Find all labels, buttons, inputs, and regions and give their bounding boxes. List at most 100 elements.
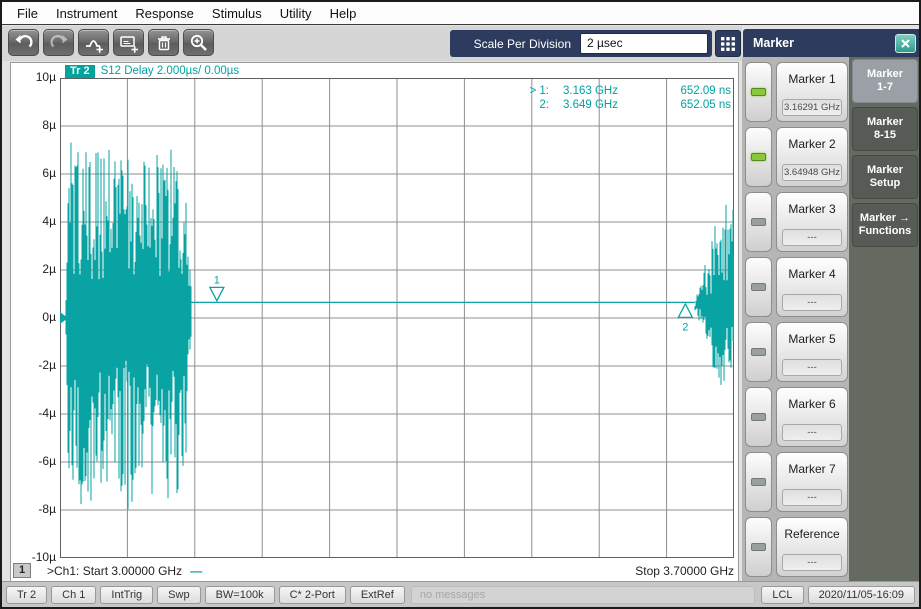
tab-marker-8-15[interactable]: Marker8-15 [852,107,918,151]
menu-instrument[interactable]: Instrument [47,4,126,23]
marker-panel-body: Marker1-7Marker8-15MarkerSetupMarker →Fu… [742,57,921,585]
status-message: no messages [411,586,756,604]
zoom-in-icon [189,33,209,53]
marker-button-value: 3.64948 GHz [782,164,842,181]
trace-plot[interactable]: 12 [60,78,734,558]
marker-7-toggle[interactable] [745,452,772,512]
menu-utility[interactable]: Utility [271,4,321,23]
led-indicator-icon [751,88,766,96]
marker-1-toggle[interactable] [745,62,772,122]
marker-1-button[interactable]: Marker 1 3.16291 GHz [776,62,848,122]
redo-button[interactable] [43,29,74,56]
tab-label: 8-15 [874,129,896,142]
plot-grid-area[interactable]: 12 > 1:3.163 GHz652.09 ns2:3.649 GHz652.… [60,78,734,558]
marker-button-value: --- [782,294,842,311]
marker-button-value: --- [782,424,842,441]
y-axis-tick: -4µ [11,406,56,420]
y-axis-tick: -8µ [11,502,56,516]
status-tr-2[interactable]: Tr 2 [6,586,47,604]
vna-app-window: FileInstrumentResponseStimulusUtilityHel… [0,0,921,609]
marker-panel-header: Marker [743,29,921,57]
marker-3-toggle[interactable] [745,192,772,252]
menu-file[interactable]: File [8,4,47,23]
marker-button-label: Marker 2 [777,137,847,151]
undo-button[interactable] [8,29,39,56]
status-inttrig[interactable]: IntTrig [100,586,153,604]
menu-stimulus[interactable]: Stimulus [203,4,271,23]
marker-button-value: --- [782,554,842,571]
marker-row: Marker 5--- [745,322,848,382]
keypad-button[interactable] [715,30,741,57]
marker-row: Marker 6--- [745,387,848,447]
trace-color-dash: — [190,564,202,578]
tab-label: Marker [867,164,903,177]
trash-icon [154,33,174,53]
marker-7-button[interactable]: Marker 7--- [776,452,848,512]
marker-row: Marker 1 3.16291 GHz [745,62,848,122]
tab-label: 1-7 [877,81,893,94]
marker-2-button[interactable]: Marker 2 3.64948 GHz [776,127,848,187]
marker-button-label: Marker 1 [777,72,847,86]
close-icon [900,38,911,49]
marker-row: Marker 3--- [745,192,848,252]
status-bw-100k[interactable]: BW=100k [205,586,275,604]
y-axis-tick: -10µ [11,550,56,564]
status-lcl: LCL [761,586,803,604]
scale-per-division-bar: Scale Per Division 2 µsec [450,30,712,57]
marker-6-toggle[interactable] [745,387,772,447]
plot-marker-2[interactable] [678,304,692,318]
marker-4-button[interactable]: Marker 4 --- [776,257,848,317]
add-marker-button[interactable] [78,29,109,56]
marker-row: Marker 2 3.64948 GHz [745,127,848,187]
add-marker-icon [84,33,104,53]
status-extref[interactable]: ExtRef [350,586,405,604]
tab-marker-setup[interactable]: MarkerSetup [852,155,918,199]
led-indicator-icon [751,218,766,226]
y-axis-tick: -2µ [11,358,56,372]
marker-3-button[interactable]: Marker 3--- [776,192,848,252]
marker-row: Reference--- [745,517,848,577]
toolbar: Scale Per Division 2 µsec [2,26,742,61]
scale-per-division-label: Scale Per Division [450,37,580,51]
led-indicator-icon [751,283,766,291]
reference-toggle[interactable] [745,517,772,577]
reference-button[interactable]: Reference--- [776,517,848,577]
scale-per-division-input[interactable]: 2 µsec [580,33,708,54]
tab-label: Marker [867,68,903,81]
marker-6-button[interactable]: Marker 6--- [776,387,848,447]
menu-help[interactable]: Help [321,4,366,23]
marker-4-toggle[interactable] [745,257,772,317]
start-frequency-label: >Ch1: Start 3.00000 GHz [47,564,182,578]
marker-5-button[interactable]: Marker 5--- [776,322,848,382]
y-axis-tick: 0µ [11,310,56,324]
status-ch-1[interactable]: Ch 1 [51,586,96,604]
toolbar-buttons [8,29,214,56]
zoom-in-button[interactable] [183,29,214,56]
trace-badge[interactable]: Tr 2 [65,65,95,78]
add-window-icon [119,33,139,53]
marker-button-label: Marker 5 [777,332,847,346]
tab-marker-1-7[interactable]: Marker1-7 [852,59,918,103]
tab-label: Marker [867,116,903,129]
stop-frequency-label: Stop 3.70000 GHz [635,564,734,578]
marker-tabstrip: Marker1-7Marker8-15MarkerSetupMarker →Fu… [849,57,921,585]
channel-badge: 1 [13,563,31,578]
delete-button[interactable] [148,29,179,56]
marker-button-value: 3.16291 GHz [782,99,842,116]
marker-5-toggle[interactable] [745,322,772,382]
status-c-2-port[interactable]: C* 2-Port [279,586,346,604]
led-indicator-icon [751,543,766,551]
status-swp[interactable]: Swp [157,586,200,604]
plot-display: Tr 2 S12 Delay 2.000µs/ 0.00µs 12 > 1:3.… [10,62,739,583]
y-axis-tick: 2µ [11,262,56,276]
y-axis-tick: 8µ [11,118,56,132]
trace-label: S12 Delay 2.000µs/ 0.00µs [101,65,240,77]
close-button[interactable] [895,34,916,53]
menu-response[interactable]: Response [126,4,203,23]
tab-marker-functions[interactable]: Marker →Functions [852,203,918,247]
add-window-button[interactable] [113,29,144,56]
marker-2-toggle[interactable] [745,127,772,187]
plot-marker-1[interactable] [210,287,224,301]
marker-button-label: Marker 3 [777,202,847,216]
marker-button-label: Marker 4 [777,267,847,281]
